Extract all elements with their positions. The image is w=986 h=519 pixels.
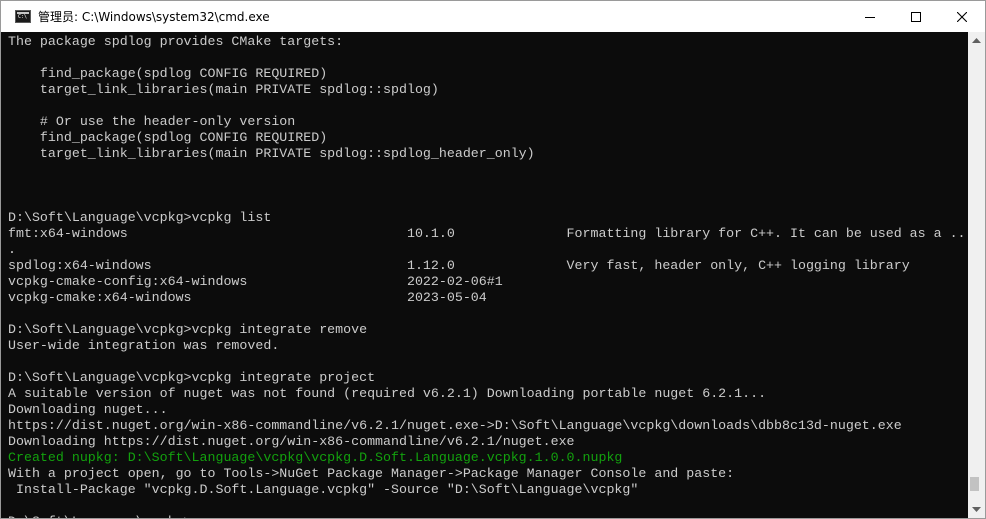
console-line: # Or use the header-only version — [8, 114, 968, 130]
console-lines: The package spdlog provides CMake target… — [1, 32, 968, 518]
console-line: Created nupkg: D:\Soft\Language\vcpkg\vc… — [8, 450, 968, 466]
console-line-text: target_link_libraries(main PRIVATE spdlo… — [8, 82, 439, 97]
console-line-text: Downloading https://dist.nuget.org/win-x… — [8, 434, 575, 449]
console-line: D:\Soft\Language\vcpkg>vcpkg integrate r… — [8, 322, 968, 338]
console-line: target_link_libraries(main PRIVATE spdlo… — [8, 146, 968, 162]
window-controls — [847, 1, 985, 32]
console-line-text: Created nupkg: D:\Soft\Language\vcpkg\vc… — [8, 450, 623, 465]
console-line-text: target_link_libraries(main PRIVATE spdlo… — [8, 146, 535, 161]
console-line: D:\Soft\Language\vcpkg>vcpkg list — [8, 210, 968, 226]
console-line: vcpkg-cmake-config:x64-windows 2022-02-0… — [8, 274, 968, 290]
scroll-down-button[interactable] — [968, 501, 985, 518]
console-line-text: Downloading nuget... — [8, 402, 168, 417]
console-line: . — [8, 242, 968, 258]
console-line: vcpkg-cmake:x64-windows 2023-05-04 — [8, 290, 968, 306]
console-line: With a project open, go to Tools->NuGet … — [8, 466, 968, 482]
console-line-text: . — [8, 242, 16, 257]
console-line-text: Install-Package "vcpkg.D.Soft.Language.v… — [8, 482, 639, 497]
console-line-text: User-wide integration was removed. — [8, 338, 280, 353]
console-line-text: https://dist.nuget.org/win-x86-commandli… — [8, 418, 902, 433]
maximize-icon — [911, 11, 921, 22]
title-bar[interactable]: 管理员: C:\Windows\system32\cmd.exe — [1, 1, 985, 32]
console-line-text: # Or use the header-only version — [8, 114, 296, 129]
console-line-text: The package spdlog provides CMake target… — [8, 34, 344, 49]
console-line: target_link_libraries(main PRIVATE spdlo… — [8, 82, 968, 98]
close-icon — [957, 11, 967, 22]
console-line: find_package(spdlog CONFIG REQUIRED) — [8, 130, 968, 146]
console-line-text: D:\Soft\Language\vcpkg>vcpkg integrate p… — [8, 370, 376, 385]
window-title: 管理员: C:\Windows\system32\cmd.exe — [38, 10, 270, 24]
console-line-text: find_package(spdlog CONFIG REQUIRED) — [8, 66, 328, 81]
console-line-text: D:\Soft\Language\vcpkg> — [8, 514, 192, 518]
vertical-scrollbar[interactable] — [968, 32, 985, 518]
scroll-thumb[interactable] — [970, 477, 979, 491]
cmd-window: 管理员: C:\Windows\system32\cmd.exe The pa — [0, 0, 986, 519]
console-line: Install-Package "vcpkg.D.Soft.Language.v… — [8, 482, 968, 498]
console-line-text: vcpkg-cmake:x64-windows 2023-05-04 — [8, 290, 487, 305]
close-button[interactable] — [939, 1, 985, 32]
console-line: D:\Soft\Language\vcpkg>vcpkg integrate p… — [8, 370, 968, 386]
scroll-up-arrow-icon — [972, 37, 981, 43]
maximize-button[interactable] — [893, 1, 939, 32]
console-line: fmt:x64-windows 10.1.0 Formatting librar… — [8, 226, 968, 242]
console-line: find_package(spdlog CONFIG REQUIRED) — [8, 66, 968, 82]
console-line: https://dist.nuget.org/win-x86-commandli… — [8, 418, 968, 434]
cmd-console-icon[interactable] — [15, 10, 31, 23]
console-line-text: spdlog:x64-windows 1.12.0 Very fast, hea… — [8, 258, 910, 273]
console-output[interactable]: The package spdlog provides CMake target… — [1, 32, 968, 518]
console-line-text: D:\Soft\Language\vcpkg>vcpkg integrate r… — [8, 322, 368, 337]
console-line: User-wide integration was removed. — [8, 338, 968, 354]
minimize-button[interactable] — [847, 1, 893, 32]
console-line: Downloading nuget... — [8, 402, 968, 418]
console-line: The package spdlog provides CMake target… — [8, 34, 968, 50]
console-line-text: A suitable version of nuget was not foun… — [8, 386, 767, 401]
scroll-down-arrow-icon — [972, 506, 981, 512]
console-line-text: find_package(spdlog CONFIG REQUIRED) — [8, 130, 328, 145]
minimize-icon — [865, 16, 875, 18]
command-prompt-line: D:\Soft\Language\vcpkg> — [8, 514, 968, 518]
console-line-text: fmt:x64-windows 10.1.0 Formatting librar… — [8, 226, 966, 241]
console-line-text: D:\Soft\Language\vcpkg>vcpkg list — [8, 210, 272, 225]
console-line-text: With a project open, go to Tools->NuGet … — [8, 466, 735, 481]
console-line: A suitable version of nuget was not foun… — [8, 386, 968, 402]
console-line: spdlog:x64-windows 1.12.0 Very fast, hea… — [8, 258, 968, 274]
console-line: Downloading https://dist.nuget.org/win-x… — [8, 434, 968, 450]
scroll-up-button[interactable] — [968, 32, 985, 49]
console-line-text: vcpkg-cmake-config:x64-windows 2022-02-0… — [8, 274, 503, 289]
